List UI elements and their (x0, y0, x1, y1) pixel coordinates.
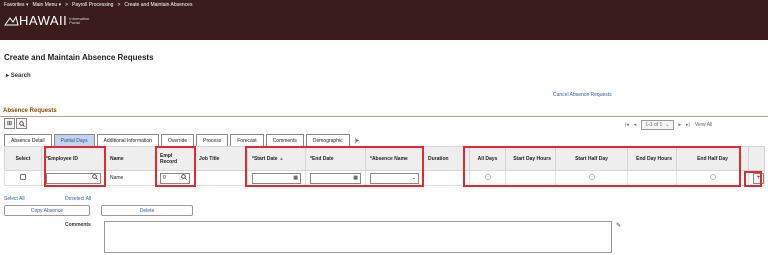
col-absence-name[interactable]: *Absence Name (365, 146, 424, 171)
search-icon[interactable] (181, 174, 187, 182)
end-day-hours-value (627, 170, 677, 186)
col-start-half-day[interactable]: Start Half Day (555, 146, 628, 171)
absence-requests-grid: Select *Employee ID Name Empl Record Job… (4, 146, 765, 186)
sort-up-icon: ▲ (278, 155, 284, 162)
col-start-day-hours[interactable]: Start Day Hours (505, 146, 556, 171)
tab-additional-information[interactable]: Additional Information (96, 134, 159, 146)
tab-partial-days[interactable]: Partial Days (53, 134, 95, 146)
page-range-select[interactable]: 1-1 of 1 ⌄ (641, 120, 674, 130)
spell-check-icon[interactable]: ✎ (616, 222, 621, 229)
first-page-icon[interactable]: |◂ (625, 122, 629, 128)
tab-override[interactable]: Override (160, 134, 195, 146)
favorites-menu[interactable]: Favorites ▾ (4, 2, 28, 8)
breadcrumb-payroll[interactable]: Payroll Processing (72, 2, 113, 8)
col-end-date[interactable]: *End Date (305, 146, 366, 171)
tab-process[interactable]: Process (196, 134, 229, 146)
comments-label: Comments (65, 222, 91, 228)
calendar-icon[interactable]: ▦ (293, 175, 298, 181)
col-select: Select (4, 146, 42, 171)
col-all-days[interactable]: All Days (469, 146, 506, 171)
section-title: Absence Requests (3, 108, 57, 114)
tab-absence-detail[interactable]: Absence Detail (4, 134, 52, 146)
breadcrumb-separator: > (65, 2, 69, 8)
search-icon[interactable] (92, 174, 98, 182)
col-start-date[interactable]: *Start Date ▲ (247, 146, 306, 171)
delete-button[interactable]: Delete (101, 205, 193, 216)
tab-demographic[interactable]: Demographic (305, 134, 350, 146)
prev-page-icon[interactable]: ◂ (634, 122, 637, 128)
duration-value (423, 170, 470, 186)
search-toggle[interactable]: ▸ Search (6, 72, 31, 79)
tab-comments[interactable]: Comments (265, 134, 304, 146)
island-icon (4, 15, 19, 25)
start-date-input[interactable]: ▦ (252, 172, 301, 184)
end-half-day-radio[interactable] (709, 174, 716, 180)
absence-name-select[interactable]: ⌄ (370, 172, 419, 184)
view-all-link[interactable]: View All (695, 122, 712, 128)
col-end-day-hours[interactable]: End Day Hours (627, 146, 677, 171)
start-half-day-radio[interactable] (588, 174, 595, 180)
search-label: Search (10, 73, 31, 79)
calendar-icon[interactable]: ▦ (353, 175, 358, 181)
divider (0, 116, 768, 117)
name-value: Name (105, 170, 156, 186)
add-row-button[interactable]: + (753, 172, 764, 184)
hawaii-logo: HAWAII Information Portal (4, 13, 89, 28)
pagination: |◂ ◂ 1-1 of 1 ⌄ ▸ ▸| View All (625, 120, 712, 130)
logo-word: HAWAII (19, 13, 68, 28)
page-title: Create and Maintain Absence Requests (4, 53, 154, 62)
all-days-radio[interactable] (484, 174, 491, 180)
breadcrumb-current: Create and Maintain Absences (124, 2, 193, 8)
comments-textarea[interactable] (104, 221, 612, 253)
triangle-right-icon: ▸ (6, 73, 10, 79)
menu-bar: Favorites ▾ Main Menu ▾ > Payroll Proces… (0, 0, 192, 10)
col-duration[interactable]: Duration (423, 146, 470, 171)
row-select-checkbox[interactable] (20, 174, 26, 180)
copy-absence-button[interactable]: Copy Absence (4, 205, 90, 216)
breadcrumb-separator: > (117, 2, 121, 8)
last-page-icon[interactable]: ▸| (686, 122, 690, 128)
col-employee-id[interactable]: *Employee ID (41, 146, 106, 171)
find-icon[interactable] (16, 118, 27, 129)
select-all-link[interactable]: Select All (4, 196, 25, 202)
col-job-title[interactable]: Job Title (194, 146, 248, 171)
tab-bar: Absence Detail Partial Days Additional I… (4, 134, 362, 146)
next-page-icon[interactable]: ▸ (679, 122, 682, 128)
col-empl-record[interactable]: Empl Record (155, 146, 195, 171)
job-title-value (194, 170, 248, 186)
top-banner: Favorites ▾ Main Menu ▾ > Payroll Proces… (0, 0, 768, 40)
employee-id-input[interactable] (46, 172, 101, 184)
tab-forecast[interactable]: Forecast (230, 134, 264, 146)
main-menu[interactable]: Main Menu ▾ (32, 2, 61, 8)
chevron-down-icon: ⌄ (665, 122, 670, 128)
col-end-half-day[interactable]: End Half Day (676, 146, 749, 171)
cancel-absence-requests-link[interactable]: Cancel Absence Requests (553, 92, 612, 98)
logo-sub: Information Portal (69, 15, 90, 25)
col-actions (748, 146, 765, 171)
table-row: Name 0 ▦ ▦ ⌄ + (4, 170, 765, 186)
empl-record-input[interactable]: 0 (160, 172, 190, 184)
col-name[interactable]: Name (105, 146, 156, 171)
start-day-hours-value (505, 170, 556, 186)
end-date-input[interactable]: ▦ (310, 172, 361, 184)
personalize-icon[interactable]: ⊞ (4, 118, 15, 129)
header-row: Select *Employee ID Name Empl Record Job… (4, 146, 765, 171)
chevron-down-icon: ⌄ (411, 175, 416, 181)
show-all-columns-icon[interactable]: |▸ (352, 134, 363, 146)
deselect-all-link[interactable]: Deselect All (65, 196, 91, 202)
